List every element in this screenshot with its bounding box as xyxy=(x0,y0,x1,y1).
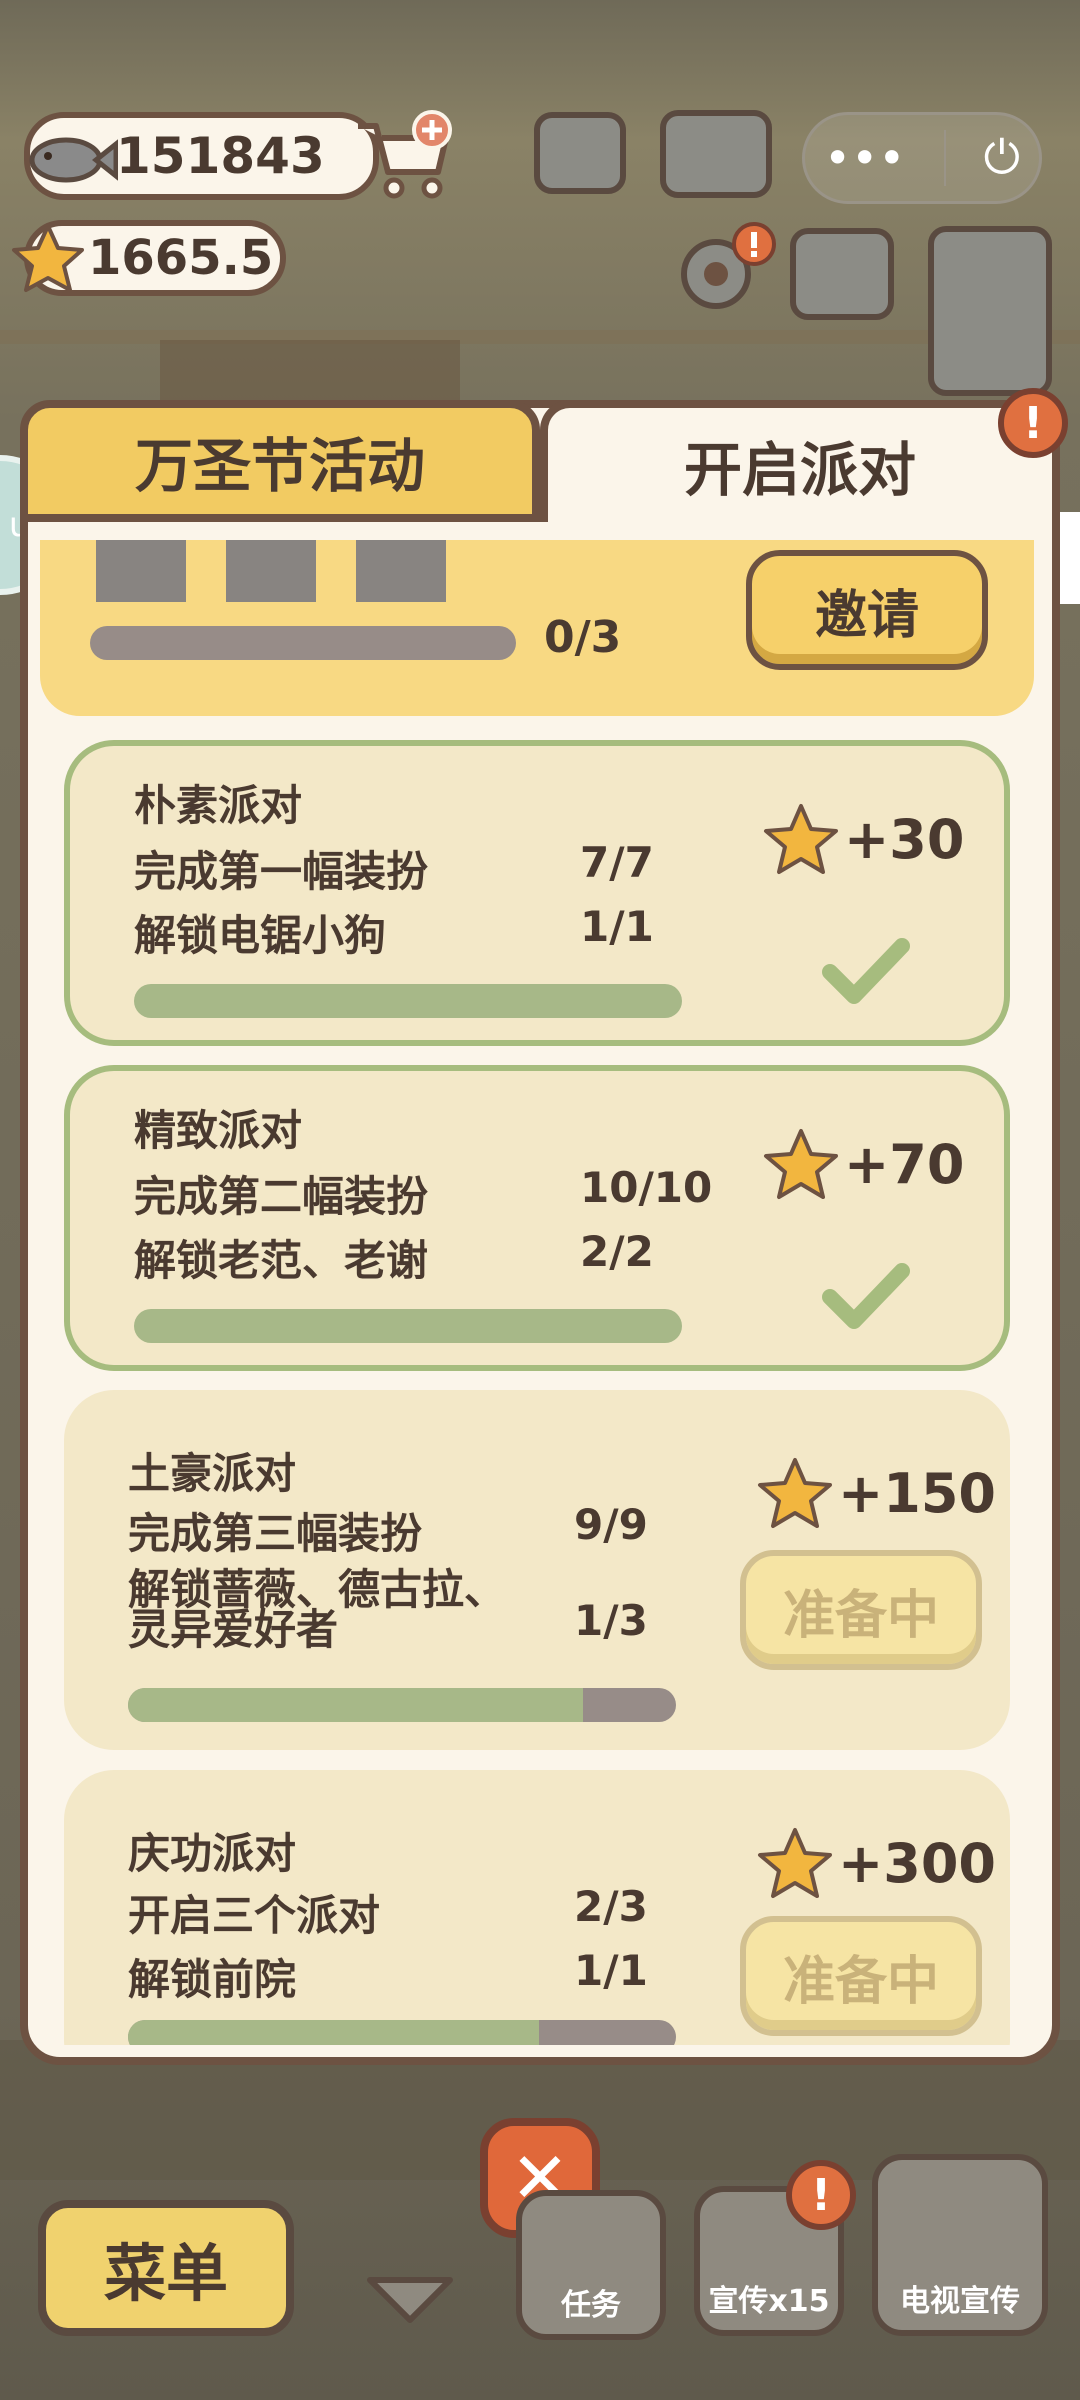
invite-section: 0/3 邀请 xyxy=(40,540,1034,716)
menu-label: 菜单 xyxy=(103,2237,228,2310)
card-line: 解锁老范、老谢 xyxy=(134,1236,429,1285)
reward-amount: +300 xyxy=(838,1831,996,1895)
shop-cart-icon[interactable] xyxy=(350,108,456,204)
tv-promotion-label: 电视宣传 xyxy=(900,2284,1020,2319)
card-progress-bar xyxy=(134,1309,682,1343)
reward-amount: +70 xyxy=(844,1132,965,1196)
card-line: 解锁前院 xyxy=(128,1955,297,2004)
card-line: 解锁电锯小狗 xyxy=(134,911,387,960)
card-line: 灵异爱好者 xyxy=(128,1605,339,1654)
card-title: 朴素派对 xyxy=(134,781,303,830)
menu-button[interactable]: 菜单 xyxy=(38,2200,294,2336)
guest-slot-3 xyxy=(356,540,446,602)
card-line: 开启三个派对 xyxy=(128,1891,381,1940)
party-card-exquisite: 精致派对 完成第二幅装扮 10/10 解锁老范、老谢 2/2 +70 xyxy=(64,1065,1010,1371)
party-card-celebration: 庆功派对 开启三个派对 2/3 解锁前院 1/1 +300 准备中 xyxy=(64,1770,1010,2045)
wooden-sign xyxy=(160,340,460,400)
card-line-value: 2/3 xyxy=(574,1882,648,1931)
card-progress-bar xyxy=(128,2020,676,2045)
chevron-down-icon[interactable] xyxy=(362,2270,458,2330)
capsule-divider xyxy=(943,130,946,186)
card-line: 完成第三幅装扮 xyxy=(128,1509,423,1558)
card-reward: +300 xyxy=(756,1826,996,1900)
card-line: 完成第二幅装扮 xyxy=(134,1172,429,1221)
tab-alert-icon: ! xyxy=(998,388,1068,458)
tab-halloween-label: 万圣节活动 xyxy=(134,432,425,500)
map-icon[interactable] xyxy=(790,228,894,320)
reward-star-icon xyxy=(764,1129,838,1199)
card-title: 庆功派对 xyxy=(128,1829,297,1878)
promotion-alert-icon: ! xyxy=(786,2160,856,2230)
card-progress-fill xyxy=(134,1309,682,1343)
star-count: 1665.5 xyxy=(88,230,274,286)
card-line-value: 2/2 xyxy=(580,1227,654,1276)
preparing-button[interactable]: 准备中 xyxy=(740,1550,982,1670)
reward-star-icon xyxy=(764,804,838,874)
newspaper-icon[interactable] xyxy=(534,112,626,194)
card-line: 完成第一幅装扮 xyxy=(134,847,429,896)
promotion-label: 宣传x15 xyxy=(708,2284,830,2319)
task-label: 任务 xyxy=(561,2288,621,2323)
power-icon[interactable]: ⏻ xyxy=(984,130,1020,186)
completed-check-icon xyxy=(822,938,910,1004)
fish-icon xyxy=(29,137,118,183)
card-line-value: 9/9 xyxy=(574,1500,648,1549)
preparing-label: 准备中 xyxy=(782,1951,939,2012)
card-progress-bar xyxy=(128,1688,676,1722)
card-progress-fill xyxy=(128,1688,583,1722)
party-card-luxury: 土豪派对 完成第三幅装扮 9/9 解锁蔷薇、德古拉、 灵异爱好者 1/3 +15… xyxy=(64,1390,1010,1750)
card-line-value: 1/3 xyxy=(574,1596,648,1645)
card-progress-fill xyxy=(128,2020,539,2045)
star-icon xyxy=(12,224,84,292)
card-title: 精致派对 xyxy=(134,1106,303,1155)
invite-button[interactable]: 邀请 xyxy=(746,550,988,670)
card-reward: +70 xyxy=(762,1127,964,1201)
reward-amount: +30 xyxy=(844,807,965,871)
book-icon[interactable] xyxy=(660,110,772,198)
ranking-icon[interactable] xyxy=(928,226,1052,396)
card-line-value: 1/1 xyxy=(574,1946,648,1995)
guest-slot-1 xyxy=(96,540,186,602)
task-button[interactable]: 任务 xyxy=(516,2190,666,2340)
more-icon[interactable]: ••• xyxy=(824,131,905,185)
preparing-button[interactable]: 准备中 xyxy=(740,1916,982,2036)
fish-count: 151843 xyxy=(116,127,325,185)
card-title: 土豪派对 xyxy=(128,1449,297,1498)
card-line-value: 10/10 xyxy=(580,1163,713,1212)
card-reward: +150 xyxy=(756,1456,996,1530)
preparing-label: 准备中 xyxy=(782,1585,939,1646)
tv-promotion-button[interactable]: 电视宣传 xyxy=(872,2154,1048,2336)
party-list-scroll[interactable]: 0/3 邀请 朴素派对 完成第一幅装扮 7/7 解锁电锯小狗 1/1 +30 精… xyxy=(40,540,1040,2045)
completed-check-icon xyxy=(822,1263,910,1329)
reward-amount: +150 xyxy=(838,1461,996,1525)
reward-star-icon xyxy=(758,1458,832,1528)
tab-start-party[interactable]: 开启派对 xyxy=(540,400,1060,522)
guest-slot-2 xyxy=(226,540,316,602)
reward-star-icon xyxy=(758,1828,832,1898)
gear-icon[interactable] xyxy=(668,222,778,318)
party-card-simple: 朴素派对 完成第一幅装扮 7/7 解锁电锯小狗 1/1 +30 xyxy=(64,740,1010,1046)
mini-program-capsule: ••• ⏻ xyxy=(802,112,1042,204)
card-line-value: 1/1 xyxy=(580,902,654,951)
tab-halloween-event[interactable]: 万圣节活动 xyxy=(20,400,540,522)
card-line-value: 7/7 xyxy=(580,838,654,887)
invite-progress-text: 0/3 xyxy=(544,612,622,663)
invite-button-label: 邀请 xyxy=(814,585,919,646)
invite-progress-bar xyxy=(90,626,516,660)
card-progress-fill xyxy=(134,984,682,1018)
card-progress-bar xyxy=(134,984,682,1018)
card-reward: +30 xyxy=(762,802,964,876)
tab-start-party-label: 开启派对 xyxy=(683,436,916,504)
